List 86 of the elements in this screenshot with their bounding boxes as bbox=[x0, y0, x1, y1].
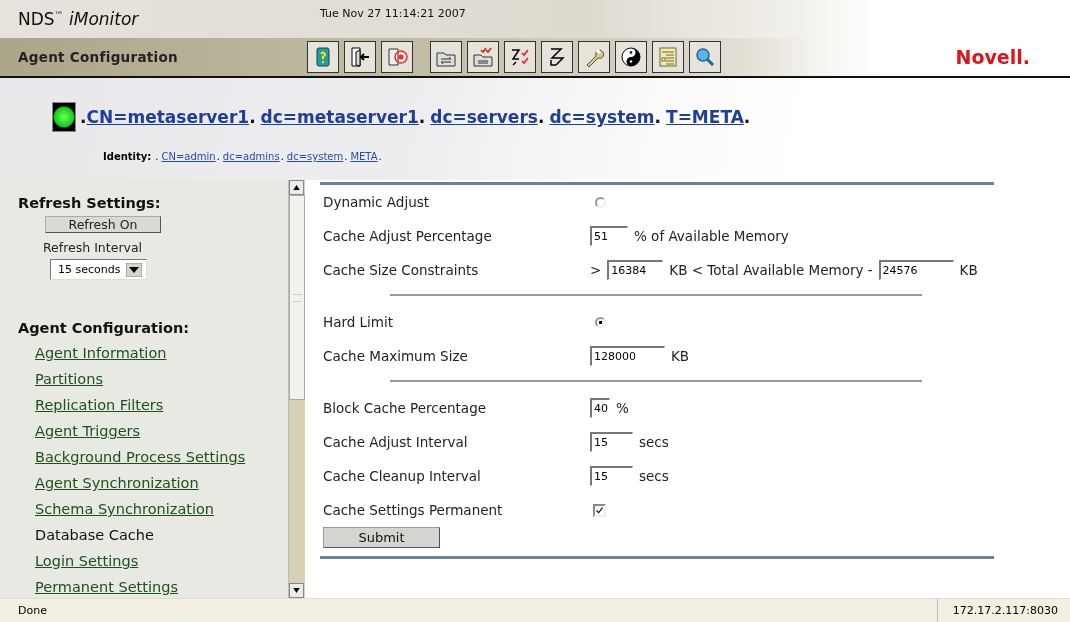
scrollbar[interactable] bbox=[288, 180, 305, 598]
refresh-interval-select[interactable]: 15 seconds bbox=[50, 259, 148, 280]
submit-button[interactable]: Submit bbox=[323, 527, 440, 548]
input-field[interactable]: 40 bbox=[590, 398, 610, 418]
separator-dot: . bbox=[249, 107, 256, 127]
object-link[interactable]: dc=system bbox=[549, 107, 655, 127]
object-link[interactable]: dc=metaserver1 bbox=[260, 107, 419, 127]
identity-label: Identity: bbox=[103, 150, 152, 164]
checkmark-icon bbox=[595, 505, 604, 515]
sidebar-link[interactable]: Database Cache bbox=[35, 522, 154, 548]
field-label: Cache Maximum Size bbox=[322, 348, 469, 364]
object-link[interactable]: META bbox=[350, 150, 378, 164]
refresh-interval-label: Refresh Interval bbox=[43, 240, 144, 255]
sidebar-link[interactable]: Schema Synchronization bbox=[35, 496, 215, 522]
field-label: Block Cache Percentage bbox=[322, 400, 488, 416]
separator-dot: . bbox=[537, 107, 545, 127]
input-field[interactable]: 15 bbox=[590, 432, 633, 452]
scroll-up-icon[interactable] bbox=[289, 180, 304, 195]
unit-text: secs bbox=[639, 434, 669, 450]
sidebar-link[interactable]: Background Process Settings bbox=[35, 444, 246, 470]
input-field[interactable]: 24576 bbox=[878, 260, 954, 280]
separator-dot: . bbox=[155, 150, 159, 164]
sidebar-link[interactable]: Agent Triggers bbox=[35, 418, 141, 444]
separator-dot: . bbox=[280, 150, 284, 164]
date-time: Tue Nov 27 11:14:21 2007 bbox=[320, 6, 466, 20]
field-label: Cache Settings Permanent bbox=[322, 502, 504, 518]
sidebar-link[interactable]: Permanent Settings bbox=[35, 574, 178, 598]
field-label: Dynamic Adjust bbox=[322, 194, 431, 210]
sidebar-link[interactable]: Replication Filters bbox=[35, 392, 164, 418]
yin-yang-icon[interactable] bbox=[615, 41, 647, 73]
radio-button[interactable] bbox=[595, 316, 606, 328]
object-link[interactable]: dc=admins bbox=[222, 150, 280, 164]
sidebar-link[interactable]: Agent Synchronization bbox=[35, 470, 199, 496]
object-link[interactable]: CN=metaserver1 bbox=[86, 107, 250, 127]
unit-text: > bbox=[590, 262, 602, 278]
bolt-check-icon[interactable] bbox=[504, 41, 536, 73]
scroll-down-icon[interactable] bbox=[289, 583, 304, 598]
sidebar-link[interactable]: Partitions bbox=[35, 366, 103, 392]
status-message: Done bbox=[18, 604, 48, 617]
input-field[interactable]: 16384 bbox=[607, 260, 664, 280]
field-label: Cache Size Constraints bbox=[322, 262, 480, 278]
help-icon[interactable] bbox=[307, 41, 339, 73]
radio-button[interactable] bbox=[595, 196, 606, 208]
sidebar-link[interactable]: Login Settings bbox=[35, 548, 139, 574]
app-title: NDS$^{™}$ iMonitor bbox=[18, 9, 140, 29]
checkbox[interactable] bbox=[593, 503, 606, 517]
separator-dot: . bbox=[216, 150, 220, 164]
refresh-button[interactable]: Refresh On bbox=[45, 216, 161, 233]
unit-text: KB bbox=[959, 262, 978, 278]
status-light-icon bbox=[52, 102, 76, 132]
folder-check-icon[interactable] bbox=[467, 41, 499, 73]
separator-dot: . bbox=[344, 150, 348, 164]
document-target-icon[interactable] bbox=[381, 41, 413, 73]
scroll-thumb[interactable] bbox=[289, 195, 305, 400]
dropdown-arrow-icon bbox=[126, 262, 143, 277]
object-link[interactable]: CN=admin bbox=[161, 150, 216, 164]
input-field[interactable]: 128000 bbox=[590, 346, 665, 366]
object-link[interactable]: dc=system bbox=[286, 150, 344, 164]
unit-text: KB < Total Available Memory - bbox=[669, 262, 873, 278]
separator-dot: . bbox=[743, 107, 751, 127]
object-link[interactable]: dc=servers bbox=[430, 107, 538, 127]
separator-dot: . bbox=[80, 107, 87, 127]
input-field[interactable]: 15 bbox=[590, 466, 633, 486]
separator-dot: . bbox=[418, 107, 426, 127]
server-address: 172.17.2.117:8030 bbox=[936, 598, 1070, 622]
section-heading: Agent Configuration: bbox=[18, 320, 191, 336]
object-link[interactable]: T=META bbox=[666, 107, 744, 127]
table-document-icon[interactable] bbox=[652, 41, 684, 73]
search-icon[interactable] bbox=[689, 41, 721, 73]
folder-arrows-icon[interactable] bbox=[430, 41, 462, 73]
field-label: Cache Adjust Interval bbox=[322, 434, 469, 450]
input-field[interactable]: 51 bbox=[590, 226, 628, 246]
section-heading: Refresh Settings: bbox=[18, 195, 162, 211]
sidebar-link[interactable]: Agent Information bbox=[35, 340, 167, 366]
separator-dot: . bbox=[378, 150, 382, 164]
unit-text: KB bbox=[671, 348, 690, 364]
separator-dot: . bbox=[654, 107, 662, 127]
brand-logo: Novell. bbox=[955, 46, 1030, 68]
exit-door-icon[interactable] bbox=[344, 41, 376, 73]
unit-text: % of Available Memory bbox=[634, 228, 789, 244]
page-title: Agent Configuration bbox=[18, 49, 180, 65]
field-label: Hard Limit bbox=[322, 314, 395, 330]
unit-text: secs bbox=[639, 468, 669, 484]
field-label: Cache Adjust Percentage bbox=[322, 228, 493, 244]
unit-text: % bbox=[616, 400, 629, 416]
field-label: Cache Cleanup Interval bbox=[322, 468, 482, 484]
